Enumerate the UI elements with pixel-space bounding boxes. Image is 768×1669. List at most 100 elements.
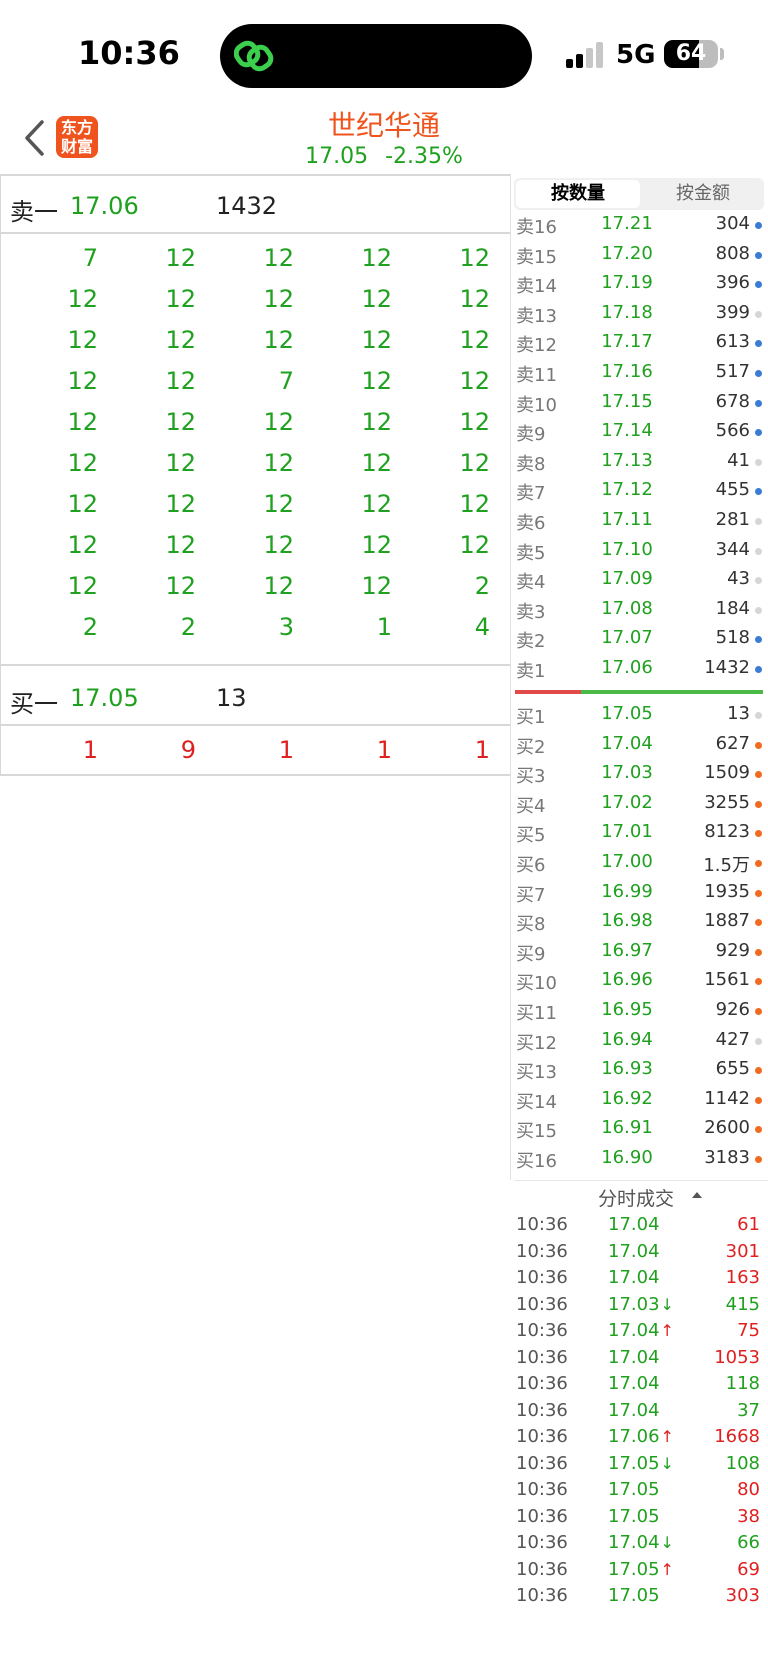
queue-order-size: 12 [165, 408, 196, 436]
trade-time: 10:36 [516, 1399, 568, 1421]
status-dot-icon [755, 712, 762, 719]
orderbook-level[interactable]: 买3 17.03 1509 [516, 759, 764, 788]
tab-by-quantity[interactable]: 按数量 [516, 180, 640, 208]
trade-time: 10:36 [516, 1267, 568, 1288]
level-price: 17.21 [601, 213, 653, 234]
level-price: 17.11 [601, 509, 653, 530]
trade-price-value: 17.05 [608, 1452, 660, 1474]
trades-header[interactable]: 分时成交 [514, 1182, 764, 1210]
orderbook-level[interactable]: 卖4 17.09 43 [516, 565, 764, 594]
queue-order-size: 12 [67, 490, 98, 518]
status-dot-icon [755, 340, 762, 348]
queue-order-size: 12 [165, 490, 196, 518]
orderbook-level[interactable]: 卖13 17.18 399 [516, 299, 764, 328]
orderbook-level[interactable]: 买4 17.02 3255 [516, 789, 764, 818]
orderbook-level[interactable]: 卖15 17.20 808 [516, 240, 764, 269]
caret-up-icon [692, 1192, 702, 1198]
queue-order-size: 12 [459, 490, 490, 518]
orderbook-level[interactable]: 买6 17.00 1.5万 [516, 848, 764, 877]
orderbook-level[interactable]: 卖16 17.21 304 [516, 210, 764, 239]
level-volume: 566 [715, 420, 750, 442]
queue-order-size: 1 [376, 736, 392, 764]
trade-price-value: 17.06 [608, 1426, 660, 1447]
orderbook-level[interactable]: 卖9 17.14 566 [516, 417, 764, 446]
orderbook-level[interactable]: 卖7 17.12 455 [516, 476, 764, 505]
panel-divider [510, 174, 511, 1180]
divider [0, 232, 510, 234]
trade-price-value: 17.04 [608, 1240, 660, 1262]
status-dot-icon [755, 919, 762, 927]
orderbook-level[interactable]: 卖5 17.10 344 [516, 536, 764, 565]
orderbook-level[interactable]: 买1 17.05 13 [516, 700, 764, 729]
queue-order-size: 12 [459, 449, 490, 477]
orderbook-tabs: 按数量 按金额 [514, 178, 764, 210]
orderbook-level[interactable]: 买15 16.91 2600 [516, 1114, 764, 1143]
battery-icon: 64 [664, 40, 718, 68]
queue-order-size: 12 [263, 572, 294, 600]
status-dot-icon [755, 577, 762, 585]
divider [0, 724, 510, 726]
status-dot-icon [755, 948, 762, 956]
trade-price: 17.04↑ [608, 1320, 674, 1341]
queue-order-size: 7 [278, 367, 294, 395]
buy-order-queue: 1 9 1 1 1 [0, 736, 490, 777]
trade-volume: 75 [737, 1320, 760, 1341]
orderbook-level[interactable]: 买11 16.95 926 [516, 996, 764, 1025]
trade-price-value: 17.04 [608, 1346, 660, 1368]
status-dot-icon [755, 222, 762, 229]
queue-order-size: 12 [67, 531, 98, 559]
trade-time: 10:36 [516, 1505, 568, 1527]
orderbook-level[interactable]: 卖3 17.08 184 [516, 595, 764, 624]
tab-by-amount[interactable]: 按金额 [642, 178, 764, 210]
trade-price: 17.04 [608, 1373, 660, 1394]
orderbook-level[interactable]: 卖12 17.17 613 [516, 328, 764, 357]
orderbook-level[interactable]: 卖10 17.15 678 [516, 388, 764, 417]
trade-price-value: 17.04 [608, 1320, 660, 1341]
orderbook-level[interactable]: 买2 17.04 627 [516, 730, 764, 759]
orderbook-level[interactable]: 卖1 17.06 1432 [516, 654, 764, 683]
current-price: 17.05 [305, 144, 369, 169]
level-price: 16.92 [601, 1087, 653, 1109]
sell1-label: 卖一 [10, 198, 58, 226]
orderbook-level[interactable]: 买12 16.94 427 [516, 1026, 764, 1055]
level-price: 16.96 [601, 969, 653, 991]
trade-volume: 1668 [714, 1426, 760, 1447]
orderbook-level[interactable]: 买10 16.96 1561 [516, 966, 764, 995]
orderbook-level[interactable]: 买16 16.90 3183 [516, 1144, 764, 1173]
queue-order-size: 12 [361, 326, 392, 354]
status-dot-icon [755, 1156, 762, 1163]
orderbook-level[interactable]: 买5 17.01 8123 [516, 818, 764, 847]
status-dot-icon [755, 1126, 762, 1134]
bid-ratio-bar [515, 690, 581, 694]
queue-order-size: 12 [67, 367, 98, 395]
trade-time: 10:36 [516, 1214, 568, 1235]
level-label: 买7 [516, 884, 546, 906]
level-label: 买13 [516, 1062, 557, 1084]
orderbook-level[interactable]: 卖6 17.11 281 [516, 506, 764, 535]
orderbook-level[interactable]: 买14 16.92 1142 [516, 1085, 764, 1114]
level-volume: 184 [715, 597, 750, 619]
orderbook-level[interactable]: 买9 16.97 929 [516, 937, 764, 966]
queue-order-size: 2 [180, 613, 196, 641]
level-price: 17.17 [601, 331, 653, 353]
trade-time: 10:36 [516, 1426, 568, 1447]
queue-row: 12 12 12 12 12 [0, 285, 490, 326]
status-dot-icon [755, 1037, 762, 1045]
orderbook-level[interactable]: 卖14 17.19 396 [516, 269, 764, 298]
status-dot-icon [755, 1067, 762, 1075]
level-price: 17.14 [601, 420, 653, 442]
queue-row: 12 12 12 12 12 [0, 449, 490, 490]
queue-order-size: 12 [263, 285, 294, 313]
orderbook-level[interactable]: 买13 16.93 655 [516, 1055, 764, 1084]
status-dot-icon [755, 978, 762, 986]
orderbook-level[interactable]: 卖11 17.16 517 [516, 358, 764, 387]
orderbook-level[interactable]: 买7 16.99 1935 [516, 878, 764, 907]
orderbook-level[interactable]: 卖8 17.13 41 [516, 447, 764, 476]
trade-volume: 61 [737, 1214, 760, 1235]
orderbook-level[interactable]: 买8 16.98 1887 [516, 907, 764, 936]
queue-row: 12 12 12 12 12 [0, 408, 490, 449]
trade-volume: 66 [737, 1532, 760, 1553]
orderbook-level[interactable]: 卖2 17.07 518 [516, 624, 764, 653]
trade-row: 10:36 17.04↑ 75 [516, 1318, 764, 1344]
queue-order-size: 12 [165, 244, 196, 272]
